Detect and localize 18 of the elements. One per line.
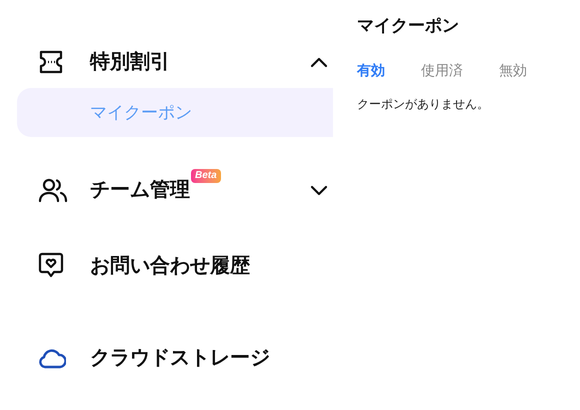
sidebar-item[interactable]: クラウドストレージ bbox=[17, 341, 333, 375]
item-label: 特別割引 bbox=[90, 50, 170, 75]
item-label: お問い合わせ履歴 bbox=[90, 254, 250, 279]
sidebar-item[interactable]: お問い合わせ履歴 bbox=[17, 249, 333, 283]
people-icon bbox=[38, 177, 68, 203]
ticket-icon bbox=[38, 50, 64, 74]
tab[interactable]: 使用済 bbox=[421, 60, 463, 80]
item-label: クラウドストレージ bbox=[90, 346, 270, 371]
item-label: チーム管理 bbox=[90, 178, 190, 203]
sidebar-item[interactable]: 特別割引 bbox=[17, 45, 333, 79]
chevron-down-icon[interactable] bbox=[310, 184, 328, 196]
panel-title: マイクーポン bbox=[357, 15, 460, 37]
chat-heart-icon bbox=[38, 252, 64, 280]
empty-message: クーポンがありません。 bbox=[357, 96, 490, 113]
chevron-up-icon[interactable] bbox=[310, 56, 328, 68]
tab[interactable]: 有効 bbox=[357, 60, 385, 80]
beta-tag: Beta bbox=[191, 169, 221, 183]
tab[interactable]: 無効 bbox=[499, 60, 527, 80]
